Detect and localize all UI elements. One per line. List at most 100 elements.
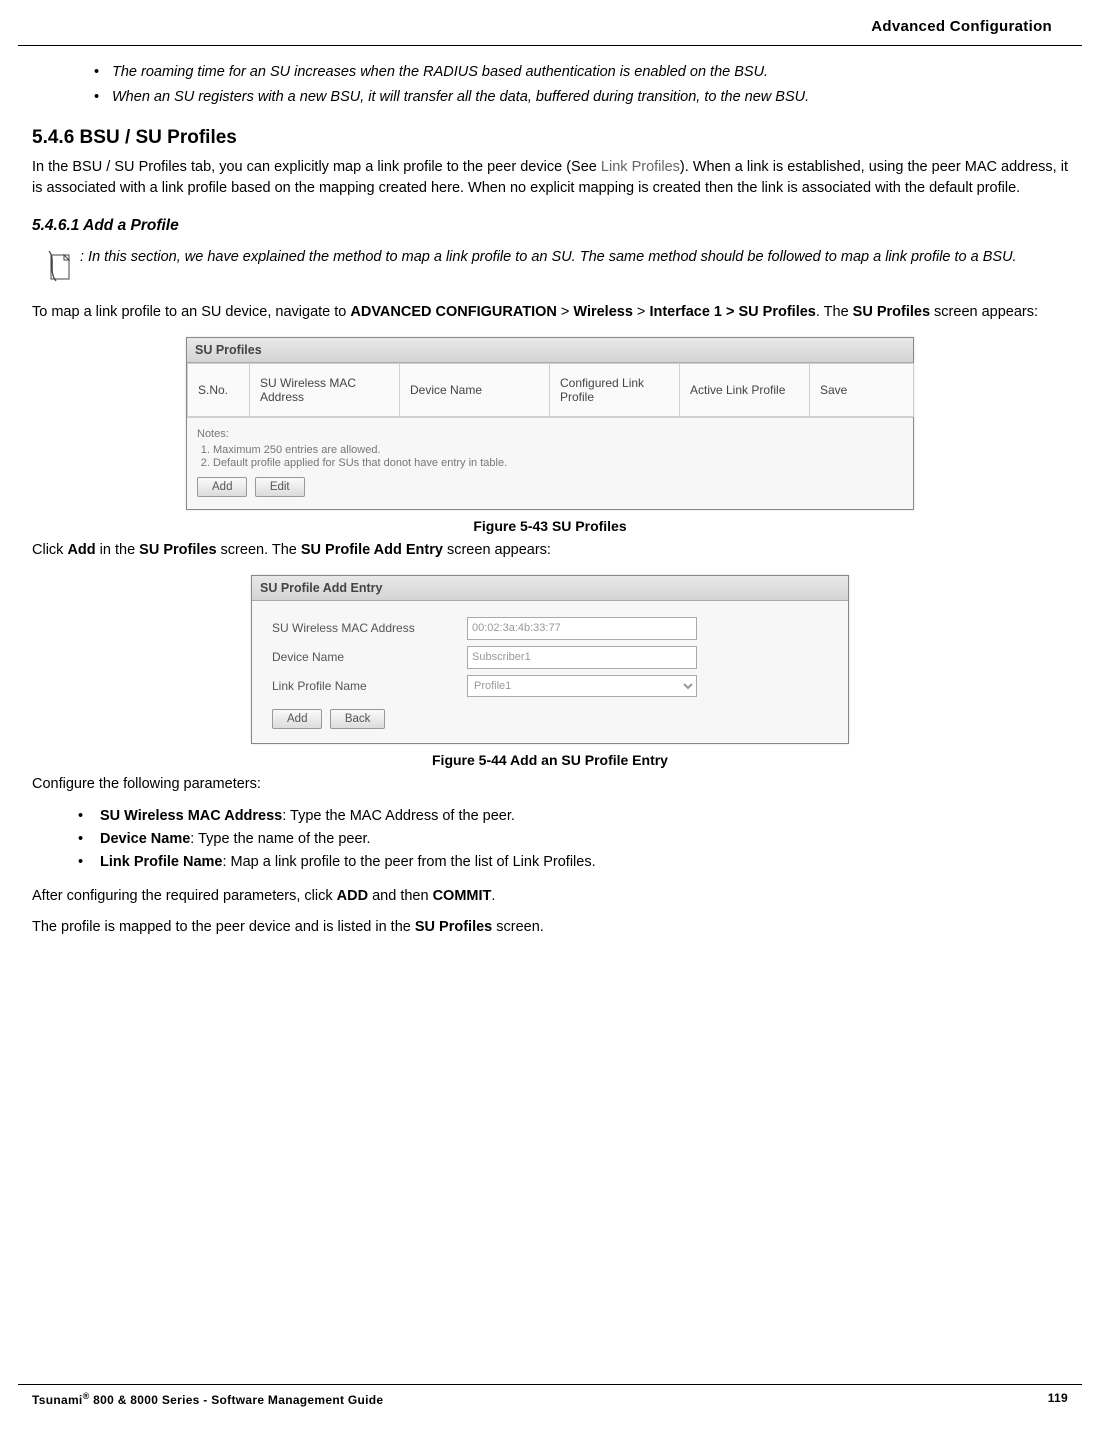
body-bold: Add [67, 542, 95, 558]
configure-text: Configure the following parameters: [32, 774, 1068, 795]
panel-header: SU Profiles [187, 338, 913, 363]
body-text: screen. [492, 919, 544, 935]
param-item: SU Wireless MAC Address: Type the MAC Ad… [72, 805, 1068, 828]
footer-rule [18, 1384, 1082, 1385]
final-text: The profile is mapped to the peer device… [32, 917, 1068, 938]
section-title: BSU / SU Profiles [80, 127, 237, 148]
param-item: Device Name: Type the name of the peer. [72, 828, 1068, 851]
navigation-text: To map a link profile to an SU device, n… [32, 302, 1068, 323]
intro-bullet: The roaming time for an SU increases whe… [94, 62, 1068, 84]
page-header: Advanced Configuration [0, 0, 1100, 45]
notes-label: Notes: [197, 428, 903, 440]
form-row-profile: Link Profile Name Profile1 [272, 675, 828, 697]
form-row-device: Device Name [272, 646, 828, 669]
profile-label: Link Profile Name [272, 679, 467, 693]
mac-input[interactable] [467, 617, 697, 640]
su-profile-add-panel: SU Profile Add Entry SU Wireless MAC Add… [251, 575, 849, 744]
figure-2: SU Profile Add Entry SU Wireless MAC Add… [32, 575, 1068, 768]
col-mac: SU Wireless MAC Address [250, 363, 400, 416]
param-name: Link Profile Name [100, 854, 222, 870]
header-title: Advanced Configuration [871, 18, 1052, 35]
su-profiles-panel: SU Profiles S.No. SU Wireless MAC Addres… [186, 337, 914, 510]
figure-caption: Figure 5-43 SU Profiles [32, 518, 1068, 534]
body-text: . [491, 888, 495, 904]
body-text: In the BSU / SU Profiles tab, you can ex… [32, 159, 601, 175]
click-add-text: Click Add in the SU Profiles screen. The… [32, 540, 1068, 561]
note-item: Default profile applied for SUs that don… [213, 457, 903, 469]
param-list: SU Wireless MAC Address: Type the MAC Ad… [72, 805, 1068, 875]
su-profiles-table: S.No. SU Wireless MAC Address Device Nam… [187, 363, 914, 417]
device-input[interactable] [467, 646, 697, 669]
col-save: Save [810, 363, 914, 416]
note-item: Maximum 250 entries are allowed. [213, 444, 903, 456]
nav-step: ADVANCED CONFIGURATION [350, 304, 556, 320]
param-desc: : Map a link profile to the peer from th… [222, 854, 595, 870]
param-name: Device Name [100, 831, 190, 847]
body-text: and then [368, 888, 433, 904]
add-button[interactable]: Add [197, 477, 247, 497]
section-number: 5.4.6 [32, 127, 74, 148]
body-bold: SU Profiles [415, 919, 492, 935]
body-bold: ADD [337, 888, 368, 904]
panel-body: SU Wireless MAC Address Device Name Link… [252, 601, 848, 743]
form-row-mac: SU Wireless MAC Address [272, 617, 828, 640]
profile-select[interactable]: Profile1 [467, 675, 697, 697]
nav-step: SU Profiles [853, 304, 930, 320]
param-desc: : Type the MAC Address of the peer. [282, 808, 515, 824]
body-text: Click [32, 542, 67, 558]
footer-product: Tsunami® 800 & 8000 Series - Software Ma… [32, 1391, 383, 1407]
back-button[interactable]: Back [330, 709, 386, 729]
figure-caption: Figure 5-44 Add an SU Profile Entry [32, 752, 1068, 768]
nav-step: Wireless [573, 304, 633, 320]
param-desc: : Type the name of the peer. [190, 831, 370, 847]
param-name: SU Wireless MAC Address [100, 808, 282, 824]
body-text: The profile is mapped to the peer device… [32, 919, 415, 935]
intro-bullets: The roaming time for an SU increases whe… [94, 62, 1068, 109]
page-footer: Tsunami® 800 & 8000 Series - Software Ma… [18, 1384, 1082, 1407]
page-content: The roaming time for an SU increases whe… [0, 46, 1100, 938]
note-text: : In this section, we have explained the… [80, 247, 1017, 268]
body-text: . The [816, 304, 853, 320]
mac-label: SU Wireless MAC Address [272, 621, 467, 635]
subsection-heading: 5.4.6.1 Add a Profile [32, 217, 1068, 235]
panel-buttons: Add Back [272, 709, 828, 729]
body-text: screen. The [217, 542, 301, 558]
body-bold: SU Profile Add Entry [301, 542, 443, 558]
footer-text: Tsunami [32, 1393, 83, 1407]
page-number: 119 [1048, 1391, 1068, 1407]
section-body: In the BSU / SU Profiles tab, you can ex… [32, 157, 1068, 199]
body-text: > [633, 304, 650, 320]
link-profiles-ref[interactable]: Link Profiles [601, 159, 680, 175]
panel-header: SU Profile Add Entry [252, 576, 848, 601]
note-icon [46, 249, 76, 288]
note-block: : In this section, we have explained the… [46, 247, 1068, 288]
after-config-text: After configuring the required parameter… [32, 886, 1068, 907]
body-text: > [557, 304, 574, 320]
body-bold: SU Profiles [139, 542, 216, 558]
param-item: Link Profile Name: Map a link profile to… [72, 851, 1068, 874]
device-label: Device Name [272, 650, 467, 664]
figure-1: SU Profiles S.No. SU Wireless MAC Addres… [32, 337, 1068, 534]
col-device: Device Name [400, 363, 550, 416]
nav-step: Interface 1 > SU Profiles [649, 304, 815, 320]
body-text: in the [96, 542, 140, 558]
footer-text: 800 & 8000 Series - Software Management … [90, 1393, 384, 1407]
edit-button[interactable]: Edit [255, 477, 305, 497]
registered-icon: ® [83, 1391, 90, 1401]
intro-bullet: When an SU registers with a new BSU, it … [94, 87, 1068, 109]
subsection-title: Add a Profile [83, 217, 179, 234]
add-button[interactable]: Add [272, 709, 322, 729]
notes-list: Maximum 250 entries are allowed. Default… [213, 444, 903, 469]
col-active: Active Link Profile [680, 363, 810, 416]
subsection-number: 5.4.6.1 [32, 217, 79, 234]
body-bold: COMMIT [433, 888, 492, 904]
body-text: screen appears: [443, 542, 551, 558]
section-heading: 5.4.6 BSU / SU Profiles [32, 127, 1068, 149]
col-sno: S.No. [188, 363, 250, 416]
col-configured: Configured Link Profile [550, 363, 680, 416]
body-text: After configuring the required parameter… [32, 888, 337, 904]
body-text: To map a link profile to an SU device, n… [32, 304, 350, 320]
body-text: screen appears: [930, 304, 1038, 320]
footer-content: Tsunami® 800 & 8000 Series - Software Ma… [18, 1391, 1082, 1407]
panel-body: Notes: Maximum 250 entries are allowed. … [187, 417, 913, 509]
